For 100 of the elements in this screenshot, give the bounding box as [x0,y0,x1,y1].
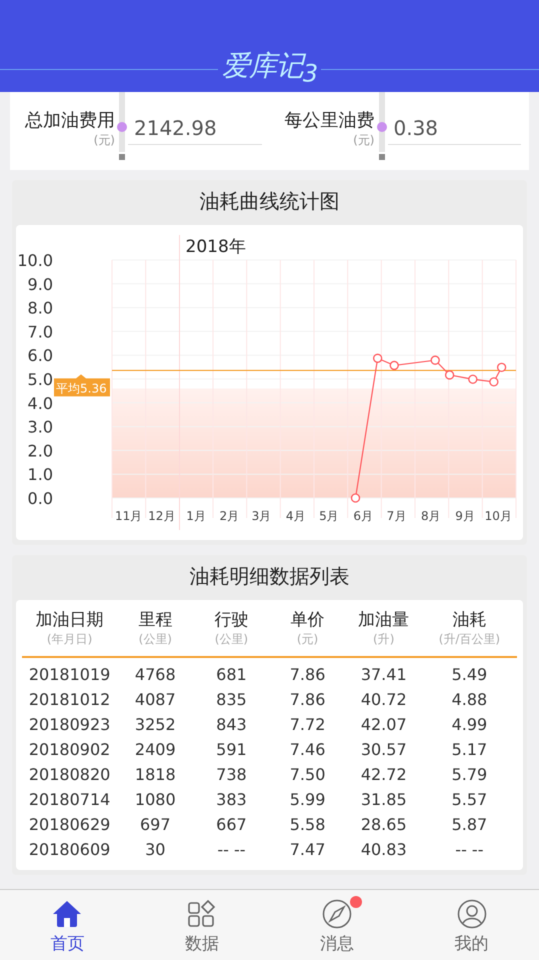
table-cell: 20180923 [28,715,110,734]
table-cell: 7.46 [290,740,326,759]
table-cell: 383 [216,790,247,809]
table-cell: 4768 [134,665,176,684]
table-cell: 30 [145,840,166,859]
column-header: 加油日期 [36,609,104,631]
axis-tick-label: 10.0 [17,251,53,270]
axis-tick-label: 5.0 [28,370,53,389]
table-cell: 5.49 [452,665,488,684]
table-cell: 20180820 [28,765,110,784]
table-cell: 5.57 [452,790,488,809]
stat-value: 2142.98 [128,92,262,145]
table-cell: 42.72 [360,765,407,784]
grid-icon [187,900,218,928]
stat-value: 0.38 [388,92,521,145]
card-title: 油耗曲线统计图 [198,188,340,215]
table-cell: 20181019 [28,665,110,684]
table-cell: 738 [216,765,247,784]
table-cell: 20180629 [28,815,110,834]
table-cell: -- -- [217,840,246,859]
table-cell: 4.99 [452,715,488,734]
axis-tick-label: 9.0 [28,274,53,294]
axis-tick-label: 1.0 [28,465,53,484]
data-point [496,362,506,372]
year-label: 2018年 [186,237,246,257]
table-cell: 4087 [134,690,176,709]
compass-icon [322,899,352,929]
table-cell: 1080 [134,790,176,809]
table-cell: 40.83 [360,840,407,859]
stat-label: 总加油费用 [25,109,115,132]
home-icon [52,900,82,928]
table-cell: 20180902 [28,740,110,759]
table-cell: 42.07 [360,715,407,734]
tab-item[interactable]: 首页 [0,890,135,960]
table-cell: 7.47 [290,840,326,859]
table-cell: 4.88 [452,690,488,709]
unit-label: (元) [94,132,115,149]
axis-tick-label: 8月 [420,509,441,523]
column-header: 单价 [290,609,325,631]
data-point [390,360,399,370]
unit-label: (元) [296,631,318,648]
tab-item[interactable]: 我的 [404,890,539,960]
table-cell: 5.87 [452,815,488,834]
table-cell: 7.86 [290,665,326,684]
axis-tick-label: 2月 [220,509,240,523]
axis-tick-label: 3.0 [28,418,53,437]
tab-item[interactable]: 数据 [134,890,270,960]
axis-tick-label: 7.0 [28,322,53,342]
table-cell: 5.79 [452,765,488,784]
table-cell: 28.65 [360,815,407,834]
unit-label: (升) [373,631,394,648]
axis-tick-label: 12月 [148,509,176,523]
data-point [350,493,360,503]
ref-line-label: 平均5.36 [56,381,107,396]
unit-label: (升/百公里) [438,631,500,648]
unit-label: (元) [353,132,374,149]
bullet-icon [376,122,386,132]
table-cell: 37.41 [360,665,407,684]
axis-tick-label: 1月 [186,509,206,523]
axis-tick-label: 4.0 [28,394,53,413]
column-header: 加油量 [358,609,410,631]
data-point [489,377,499,386]
table-cell: 20180714 [28,790,110,809]
table-cell: 667 [216,815,247,834]
axis-tick-label: 2.0 [28,441,53,460]
handle-icon [378,154,384,160]
axis-tick-label: 10月 [484,509,512,523]
table-cell: 7.86 [290,690,326,709]
table-cell: 5.17 [452,740,488,759]
axis-tick-label: 6.0 [28,346,53,366]
handle-icon [119,154,125,160]
table-cell: 7.50 [290,765,326,784]
data-point [373,354,382,363]
data-point [430,356,440,365]
tab-item[interactable]: 消息 [270,890,404,960]
table-cell: 835 [216,690,247,709]
axis-tick-label: 6月 [353,509,374,523]
axis-tick-label: 4月 [286,509,306,523]
table-cell: 1818 [134,765,176,784]
table-cell: 31.85 [360,790,407,809]
app-logo: 爱库记$_{3}$ [222,52,318,86]
card-title: 油耗明细数据列表 [188,563,350,590]
table-cell: 697 [140,815,171,834]
table-cell: 5.58 [290,815,326,834]
average-label: 平均5.36 [54,374,110,396]
axis-tick-label: 3月 [252,509,272,523]
table-cell: 3252 [134,715,176,734]
table-cell: 5.99 [290,790,326,809]
user-icon [456,899,487,929]
table-cell: 20181012 [28,690,110,709]
bullet-icon [117,122,127,132]
unit-label: (公里) [138,631,172,648]
table-cell: 7.72 [290,715,326,734]
axis-tick-label: 9月 [455,509,475,523]
axis-tick-label: 11月 [114,509,142,523]
axis-tick-label: 0.0 [28,489,53,508]
table-cell: 2409 [134,740,176,759]
stat-label: 每公里油费 [284,109,374,132]
table-cell: 591 [216,740,247,759]
table-cell: 843 [216,715,247,734]
